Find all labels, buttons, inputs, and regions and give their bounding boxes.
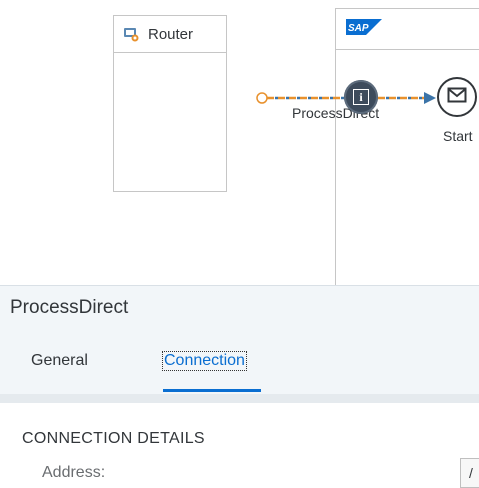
info-icon[interactable]: i: [344, 80, 378, 114]
start-event[interactable]: [437, 77, 477, 117]
connection-line[interactable]: [0, 0, 479, 285]
tab-connection[interactable]: Connection: [162, 351, 247, 371]
properties-divider: [0, 394, 479, 403]
properties-header: ProcessDirect General Connection: [0, 285, 479, 395]
envelope-icon: [447, 87, 467, 108]
address-label: Address:: [42, 464, 106, 481]
address-input[interactable]: [460, 458, 479, 488]
active-tab-indicator: [163, 389, 261, 392]
properties-title: ProcessDirect: [10, 297, 129, 318]
properties-body: CONNECTION DETAILS Address:: [0, 403, 479, 488]
start-event-label: Start: [443, 128, 473, 144]
section-title: CONNECTION DETAILS: [22, 430, 205, 447]
tab-general[interactable]: General: [31, 352, 88, 370]
integration-flow-canvas[interactable]: Router SAP ProcessDirect i Start: [0, 0, 479, 285]
